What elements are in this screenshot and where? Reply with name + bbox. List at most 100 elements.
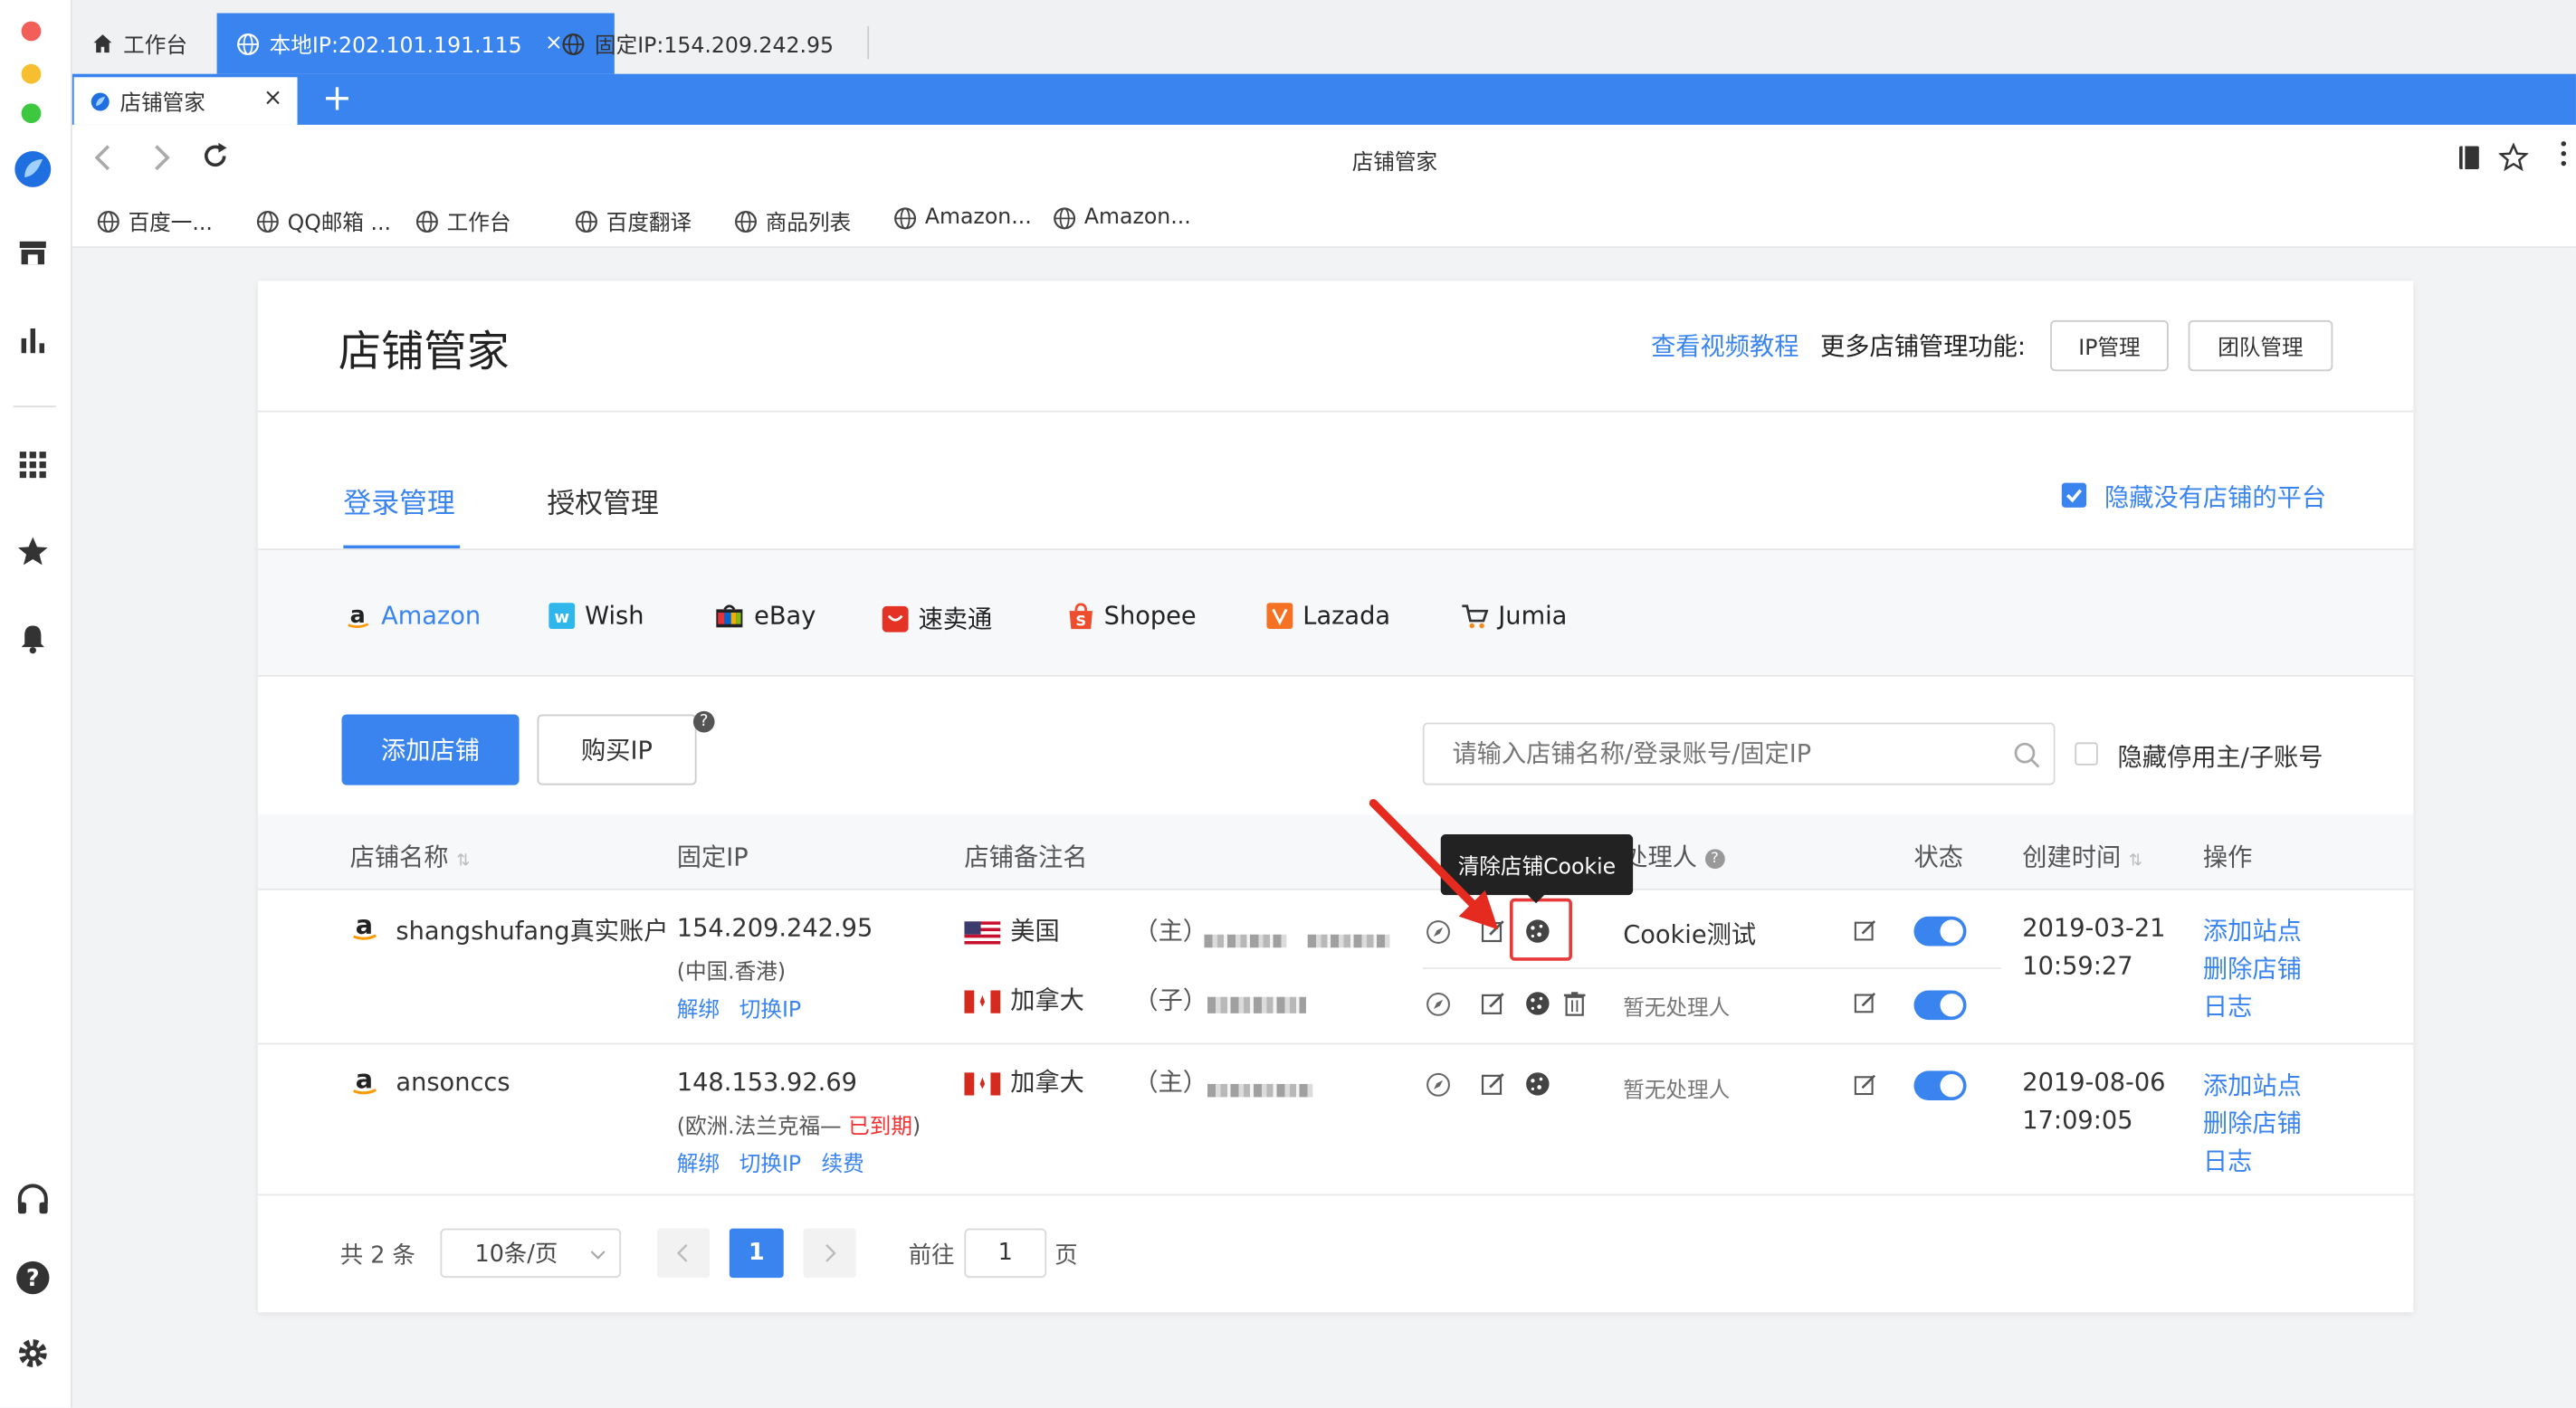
navigate-icon[interactable]	[1426, 1072, 1450, 1097]
sort-icon[interactable]: ⇅	[2129, 852, 2142, 870]
search-icon[interactable]	[2012, 741, 2042, 771]
store-icon[interactable]	[14, 233, 53, 273]
help-icon[interactable]: ?	[14, 1258, 53, 1298]
platform-jumia[interactable]: Jumia	[1461, 601, 1567, 631]
app-logo-icon[interactable]	[14, 149, 53, 189]
back-arrow-icon[interactable]	[92, 143, 115, 173]
more-menu-icon[interactable]	[2561, 141, 2568, 166]
search-input[interactable]	[1424, 724, 1983, 784]
log-link[interactable]: 日志	[2203, 989, 2252, 1023]
amazon-logo-icon: a	[353, 911, 377, 940]
trash-icon[interactable]	[1562, 990, 1587, 1016]
bookmark-item[interactable]: 百度翻译	[575, 205, 692, 236]
settings-gear-icon[interactable]	[14, 1334, 53, 1374]
chart-icon[interactable]	[14, 320, 53, 360]
svg-text:a: a	[356, 911, 373, 940]
hide-sub-checkbox[interactable]	[2075, 742, 2098, 766]
page-tab-store-manager[interactable]: 店铺管家 ×	[73, 77, 298, 125]
address-title[interactable]: 店铺管家	[1272, 145, 1518, 176]
handler-help-icon[interactable]: ?	[1704, 848, 1725, 869]
switch-ip-link[interactable]: 切换IP	[739, 1146, 801, 1177]
unbind-link[interactable]: 解绑	[677, 1146, 720, 1177]
add-site-link[interactable]: 添加站点	[2203, 913, 2302, 947]
th-created-time[interactable]: 创建时间 ⇅	[2022, 839, 2142, 873]
bookmark-item[interactable]: QQ邮箱 ...	[256, 205, 391, 236]
notes-icon[interactable]	[2457, 145, 2480, 171]
platform-shopee[interactable]: S Shopee	[1068, 601, 1197, 631]
prev-page-button[interactable]	[657, 1228, 711, 1279]
delete-store-link[interactable]: 删除店铺	[2203, 1105, 2302, 1139]
edit-handler-icon[interactable]	[1853, 918, 1877, 943]
star-icon[interactable]	[14, 532, 53, 572]
add-store-button[interactable]: 添加店铺	[341, 714, 520, 785]
platform-ebay[interactable]: eBay	[715, 601, 816, 631]
hide-sub-label[interactable]: 隐藏停用主/子账号	[2118, 739, 2323, 774]
edit-handler-icon[interactable]	[1853, 1072, 1877, 1097]
edit-icon[interactable]	[1480, 990, 1506, 1016]
tooltip-arrow	[1526, 893, 1546, 904]
status-toggle[interactable]	[1913, 916, 1967, 947]
window-close-dot[interactable]	[21, 21, 42, 42]
bookmark-item[interactable]: 商品列表	[734, 205, 851, 236]
edit-icon[interactable]	[1480, 1070, 1506, 1097]
cookie-icon[interactable]	[1524, 990, 1550, 1016]
edit-handler-icon[interactable]	[1853, 990, 1877, 1014]
sort-icon[interactable]: ⇅	[456, 852, 470, 870]
ip-location: (中国.香港)	[676, 960, 787, 985]
apps-grid-icon[interactable]	[14, 445, 53, 485]
th-handler: 处理人 ?	[1623, 839, 1725, 873]
platform-wish[interactable]: w Wish	[549, 601, 644, 631]
bookmark-item[interactable]: Amazon...	[1053, 205, 1191, 230]
app-logo-icon	[91, 91, 110, 110]
platform-amazon[interactable]: a Amazon	[345, 601, 481, 631]
tab-fixed-ip[interactable]: 固定IP:154.209.242.95	[542, 14, 871, 74]
add-site-link[interactable]: 添加站点	[2203, 1068, 2302, 1102]
fixed-ip: 148.153.92.69	[676, 1067, 857, 1098]
reload-icon[interactable]	[200, 141, 230, 171]
cookie-icon[interactable]	[1524, 1070, 1550, 1097]
platform-lazada[interactable]: Lazada	[1266, 601, 1390, 631]
page-number-current[interactable]: 1	[729, 1228, 784, 1279]
hide-platforms-label[interactable]: 隐藏没有店铺的平台	[2104, 480, 2326, 514]
bookmark-item[interactable]: 工作台	[415, 205, 510, 236]
tab-login-management[interactable]: 登录管理	[343, 480, 454, 520]
log-link[interactable]: 日志	[2203, 1143, 2252, 1177]
team-management-button[interactable]: 团队管理	[2188, 319, 2333, 372]
goto-page-input[interactable]: 1	[964, 1228, 1047, 1279]
svg-text:a: a	[350, 603, 366, 628]
hide-platforms-checkbox[interactable]	[2061, 482, 2087, 508]
platform-aliexpress[interactable]: 速卖通	[882, 601, 992, 635]
tab-workbench[interactable]: 工作台	[72, 14, 217, 74]
navigate-icon[interactable]	[1426, 992, 1450, 1016]
status-toggle[interactable]	[1913, 1070, 1967, 1101]
bookmark-item[interactable]: Amazon...	[893, 205, 1032, 230]
status-toggle[interactable]	[1913, 990, 1967, 1021]
forward-arrow-icon[interactable]	[149, 143, 172, 173]
page-size-select[interactable]: 10条/页	[440, 1228, 622, 1279]
store-name: shangshufang真实账户	[396, 916, 669, 947]
ip-management-button[interactable]: IP管理	[2050, 319, 2169, 372]
buy-ip-button[interactable]: 购买IP	[537, 714, 697, 785]
globe-icon	[256, 210, 279, 233]
video-tutorial-link[interactable]: 查看视频教程	[1651, 328, 1798, 363]
delete-store-link[interactable]: 删除店铺	[2203, 951, 2302, 985]
renew-link[interactable]: 续费	[822, 1146, 864, 1177]
close-page-tab-icon[interactable]: ×	[263, 85, 282, 111]
cookie-icon[interactable]	[1524, 918, 1550, 945]
headset-icon[interactable]	[14, 1181, 53, 1221]
created-date: 2019-08-06	[2022, 1067, 2166, 1098]
new-tab-button[interactable]: +	[322, 77, 352, 123]
bell-icon[interactable]	[14, 619, 53, 659]
next-page-button[interactable]	[803, 1228, 856, 1279]
bookmark-star-icon[interactable]	[2498, 142, 2529, 173]
th-store-name[interactable]: 店铺名称 ⇅	[350, 839, 471, 873]
canada-flag-icon	[964, 1071, 1001, 1095]
switch-ip-link[interactable]: 切换IP	[739, 992, 801, 1023]
bookmark-item[interactable]: 百度一...	[97, 205, 213, 236]
home-icon	[93, 34, 112, 53]
unbind-link[interactable]: 解绑	[677, 992, 720, 1023]
window-minimize-dot[interactable]	[21, 63, 42, 84]
buy-ip-help-icon[interactable]: ?	[692, 710, 715, 733]
window-maximize-dot[interactable]	[21, 103, 42, 124]
tab-auth-management[interactable]: 授权管理	[547, 480, 658, 520]
